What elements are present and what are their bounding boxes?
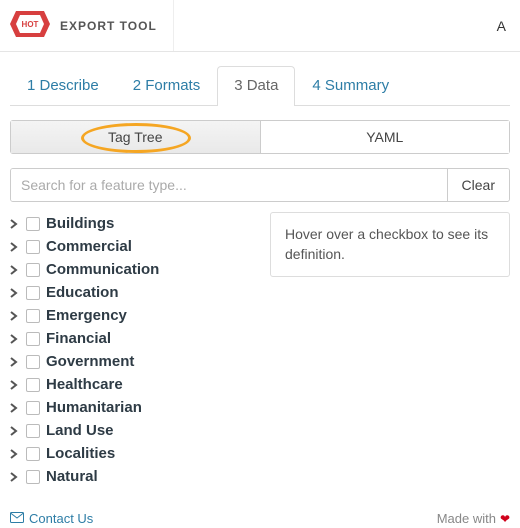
step-formats[interactable]: 2 Formats (116, 66, 218, 106)
tree-item: Buildings (10, 212, 256, 235)
contact-link[interactable]: Contact Us (10, 511, 93, 526)
feature-checkbox[interactable] (26, 332, 40, 346)
clear-button[interactable]: Clear (447, 169, 509, 201)
wizard-steps: 1 Describe 2 Formats 3 Data 4 Summary (0, 52, 520, 106)
tree-label: Financial (46, 330, 111, 347)
tree-item: Government (10, 350, 256, 373)
feature-checkbox[interactable] (26, 378, 40, 392)
chevron-right-icon[interactable] (10, 403, 20, 413)
tree-item: Education (10, 281, 256, 304)
tree-item: Financial (10, 327, 256, 350)
made-with: Made with ❤ (437, 511, 510, 526)
tree-item: Localities (10, 442, 256, 465)
tree-label: Buildings (46, 215, 114, 232)
feature-checkbox[interactable] (26, 286, 40, 300)
brand-logo[interactable]: HOT EXPORT TOOL (10, 0, 174, 51)
tree-label: Government (46, 353, 134, 370)
feature-checkbox[interactable] (26, 447, 40, 461)
feature-checkbox[interactable] (26, 240, 40, 254)
chevron-right-icon[interactable] (10, 472, 20, 482)
tree-label: Communication (46, 261, 159, 278)
tree-label: Emergency (46, 307, 127, 324)
chevron-right-icon[interactable] (10, 334, 20, 344)
tree-item: Emergency (10, 304, 256, 327)
feature-checkbox[interactable] (26, 470, 40, 484)
chevron-right-icon[interactable] (10, 311, 20, 321)
tree-label: Land Use (46, 422, 114, 439)
chevron-right-icon[interactable] (10, 449, 20, 459)
tree-label: Localities (46, 445, 115, 462)
tree-label: Healthcare (46, 376, 123, 393)
hint-box: Hover over a checkbox to see its definit… (270, 212, 510, 277)
tree-label: Humanitarian (46, 399, 142, 416)
header-right-menu[interactable]: A (497, 18, 510, 34)
search-row: Clear (10, 168, 510, 202)
chevron-right-icon[interactable] (10, 426, 20, 436)
subtab-yaml[interactable]: YAML (261, 121, 510, 153)
footer: Contact Us Made with ❤ (0, 507, 520, 528)
feature-checkbox[interactable] (26, 309, 40, 323)
tree-label: Natural (46, 468, 98, 485)
feature-checkbox[interactable] (26, 263, 40, 277)
heart-icon: ❤ (500, 512, 510, 526)
chevron-right-icon[interactable] (10, 242, 20, 252)
made-with-label: Made with (437, 511, 496, 526)
chevron-right-icon[interactable] (10, 219, 20, 229)
tree-item: Land Use (10, 419, 256, 442)
mail-icon (10, 511, 24, 526)
feature-checkbox[interactable] (26, 424, 40, 438)
data-subtabs: Tag Tree YAML (10, 120, 510, 154)
tree-label: Commercial (46, 238, 132, 255)
step-data[interactable]: 3 Data (217, 66, 295, 106)
feature-checkbox[interactable] (26, 217, 40, 231)
brand-text: EXPORT TOOL (60, 19, 157, 33)
search-input[interactable] (11, 169, 447, 201)
feature-checkbox[interactable] (26, 401, 40, 415)
hot-logo-icon: HOT (10, 11, 50, 40)
main-area: Buildings Commercial Communication Educatio… (10, 212, 510, 488)
tree-item: Commercial (10, 235, 256, 258)
step-summary[interactable]: 4 Summary (295, 66, 406, 106)
subtab-tag-tree[interactable]: Tag Tree (11, 121, 261, 153)
chevron-right-icon[interactable] (10, 288, 20, 298)
step-describe[interactable]: 1 Describe (10, 66, 116, 106)
tree-item: Communication (10, 258, 256, 281)
feature-checkbox[interactable] (26, 355, 40, 369)
tree-item: Humanitarian (10, 396, 256, 419)
tag-tree: Buildings Commercial Communication Educatio… (10, 212, 256, 488)
chevron-right-icon[interactable] (10, 265, 20, 275)
app-header: HOT EXPORT TOOL A (0, 0, 520, 52)
svg-text:HOT: HOT (22, 20, 39, 29)
chevron-right-icon[interactable] (10, 380, 20, 390)
contact-label: Contact Us (29, 511, 93, 526)
chevron-right-icon[interactable] (10, 357, 20, 367)
tree-item: Healthcare (10, 373, 256, 396)
tree-item: Natural (10, 465, 256, 488)
tree-label: Education (46, 284, 119, 301)
